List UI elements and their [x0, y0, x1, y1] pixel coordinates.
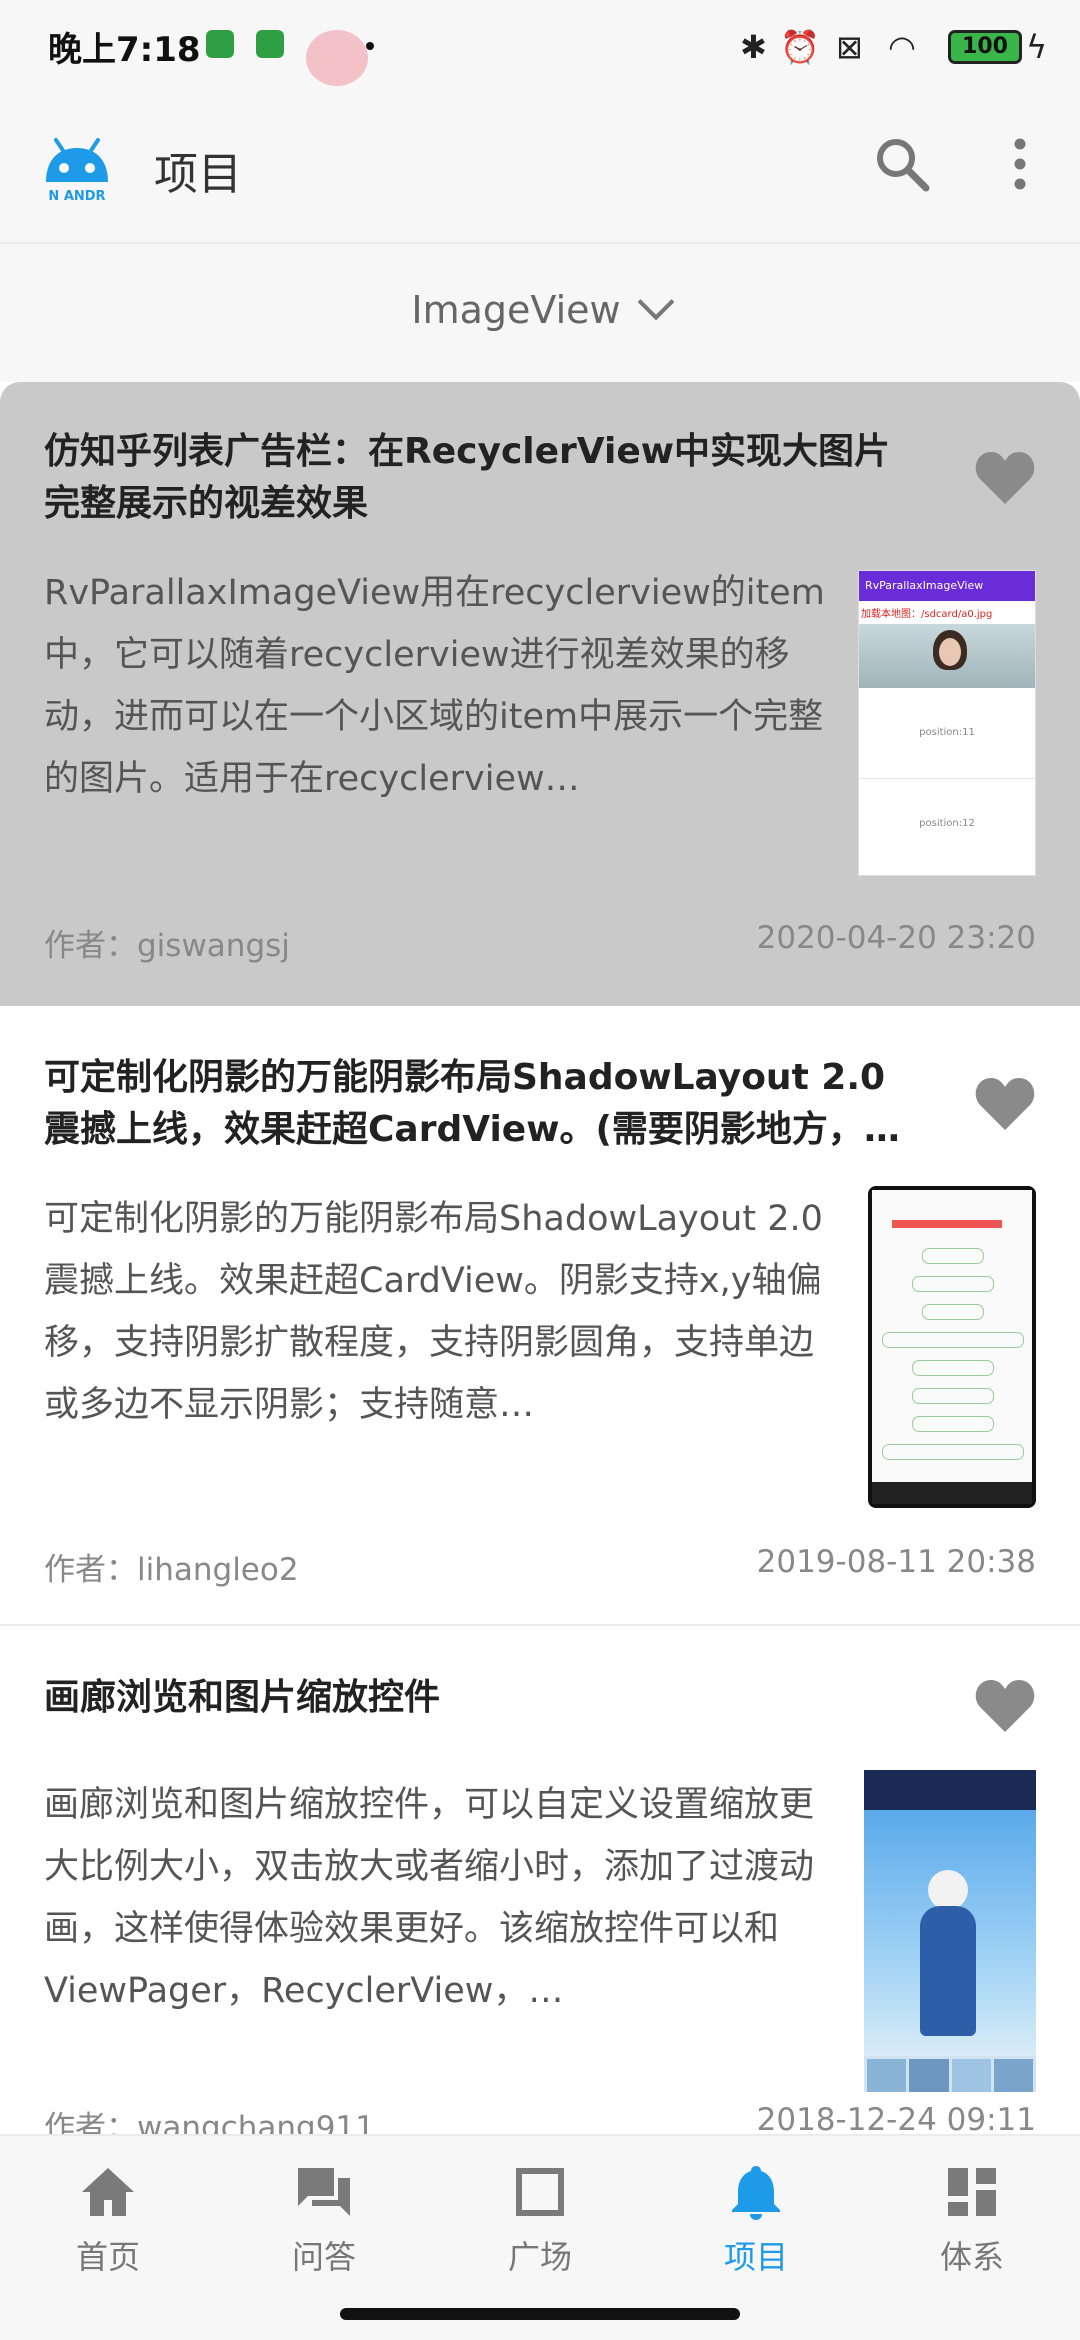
article-description: RvParallaxImageView用在recyclerview的item中，… [44, 573, 825, 799]
article-title: 画廊浏览和图片缩放控件 [44, 1677, 441, 1718]
heart-icon[interactable] [974, 1076, 1036, 1132]
status-time: 晚上7:18 [48, 30, 201, 70]
forum-icon [298, 2168, 350, 2216]
more-notifications-icon [366, 42, 374, 50]
article-date: 2019-08-11 20:38 [756, 1544, 1036, 1580]
svg-text:N ANDR: N ANDR [48, 189, 105, 204]
article-thumbnail [864, 1770, 1036, 2092]
article-author: 作者：lihangleo2 [44, 1552, 299, 1588]
more-vertical-icon[interactable] [1000, 134, 1040, 194]
heart-icon[interactable] [974, 450, 1036, 506]
wifi-icon: ◠ [888, 28, 916, 66]
alarm-icon: ⏰ [780, 28, 820, 66]
nav-project[interactable]: 项目 [686, 2162, 826, 2278]
article-thumbnail [868, 1186, 1036, 1508]
heart-icon[interactable] [974, 1678, 1036, 1734]
app-bar: N ANDR 项目 [0, 92, 1080, 244]
article-card[interactable]: 仿知乎列表广告栏：在RecyclerView中实现大图片完整展示的视差效果 Rv… [0, 382, 1080, 1006]
page-title: 项目 [154, 149, 242, 200]
nav-home[interactable]: 首页 [38, 2162, 178, 2278]
battery-icon: 100 [948, 30, 1022, 64]
article-title: 仿知乎列表广告栏：在RecyclerView中实现大图片完整展示的视差效果 [44, 431, 891, 524]
article-author: 作者：giswangsj [44, 928, 290, 964]
app-notification-icon [306, 30, 368, 86]
category-filter-label: ImageView [411, 288, 621, 332]
article-date: 2020-04-20 23:20 [756, 920, 1036, 956]
wechat-notification-icon [206, 30, 234, 58]
article-title: 可定制化阴影的万能阴影布局ShadowLayout 2.0 震撼上线，效果赶超C… [44, 1057, 900, 1150]
search-icon[interactable] [872, 134, 932, 194]
bluetooth-icon: ✱ [740, 28, 767, 66]
bell-icon [732, 2166, 780, 2220]
home-icon [82, 2168, 134, 2216]
dashboard-icon [948, 2168, 996, 2216]
charging-icon: ϟ [1026, 28, 1048, 66]
article-description: 可定制化阴影的万能阴影布局ShadowLayout 2.0 震撼上线。效果赶超C… [44, 1199, 823, 1425]
android-logo: N ANDR [46, 138, 108, 204]
nav-system[interactable]: 体系 [902, 2162, 1042, 2278]
nav-square[interactable]: 广场 [470, 2162, 610, 2278]
nav-qa[interactable]: 问答 [254, 2162, 394, 2278]
home-indicator[interactable] [340, 2308, 740, 2320]
article-description: 画廊浏览和图片缩放控件，可以自定义设置缩放更大比例大小，双击放大或者缩小时，添加… [44, 1785, 815, 2011]
article-author: 作者：wangchang911 [44, 2110, 375, 2134]
status-bar: 晚上7:18 ✱ ⏰ ⊠ ◠ 100 ϟ [0, 0, 1080, 92]
article-thumbnail: RvParallaxImageView 加载本地图：/sdcard/a0.jpg… [858, 570, 1036, 876]
chevron-down-icon [637, 283, 674, 321]
wechat-notification-icon [256, 30, 284, 58]
article-card[interactable]: 画廊浏览和图片缩放控件 画廊浏览和图片缩放控件，可以自定义设置缩放更大比例大小，… [0, 1626, 1080, 2134]
category-filter[interactable]: ImageView [0, 244, 1080, 382]
square-icon [516, 2168, 564, 2216]
article-date: 2018-12-24 09:11 [756, 2102, 1036, 2134]
sim-icon: ⊠ [836, 28, 863, 66]
article-card[interactable]: 可定制化阴影的万能阴影布局ShadowLayout 2.0 震撼上线，效果赶超C… [0, 1006, 1080, 1626]
